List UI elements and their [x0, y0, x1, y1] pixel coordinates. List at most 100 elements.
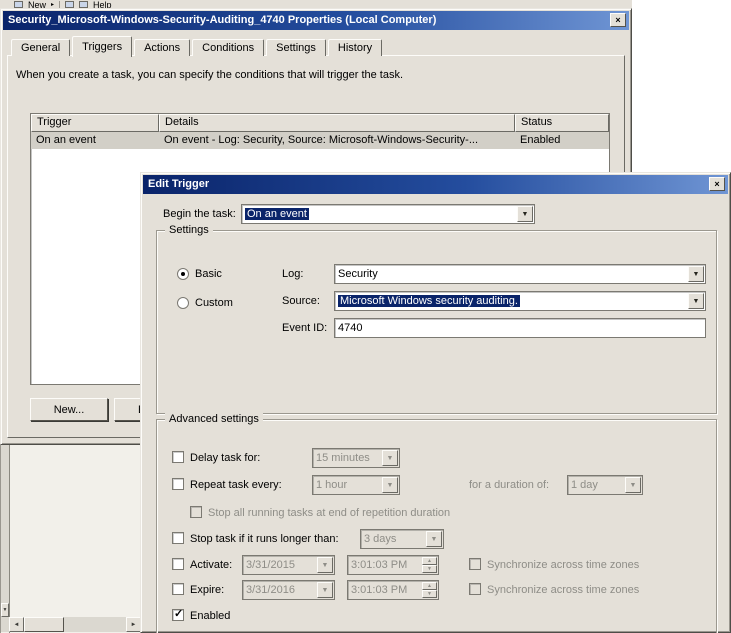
selected-text: On an event [245, 208, 309, 220]
activate-date-value: 3/31/2015 [246, 558, 315, 573]
tab-history[interactable]: History [328, 39, 382, 56]
expire-time-value: 3:01:03 PM [351, 583, 421, 598]
basic-radio[interactable] [177, 268, 189, 280]
chevron-down-icon[interactable]: ▼ [382, 477, 398, 493]
source-value: Microsoft Windows security auditing. [338, 294, 686, 309]
activate-sync-checkbox[interactable] [469, 558, 481, 570]
enabled-label: Enabled [190, 606, 230, 626]
activate-time-value: 3:01:03 PM [351, 558, 421, 573]
column-header-trigger[interactable]: Trigger [31, 114, 159, 132]
settings-group-label: Settings [165, 223, 213, 237]
scroll-right-icon[interactable]: ► [126, 617, 141, 632]
spin-down-icon[interactable]: ▼ [422, 565, 437, 573]
background-window-fragment: ▼ ◄ ► [0, 445, 140, 633]
expire-label: Expire: [190, 580, 224, 600]
triggers-list-header: Trigger Details Status [31, 114, 609, 132]
chevron-down-icon[interactable]: ▼ [317, 557, 333, 573]
spin-up-icon[interactable]: ▲ [422, 582, 437, 590]
source-label: Source: [282, 291, 320, 311]
stop-task-longer-select[interactable]: 3 days ▼ [360, 529, 444, 549]
tab-conditions[interactable]: Conditions [192, 39, 264, 56]
scroll-left-icon[interactable]: ◄ [9, 617, 24, 632]
window-border [9, 445, 10, 633]
close-icon[interactable]: × [709, 177, 725, 191]
expire-sync-label: Synchronize across time zones [487, 580, 639, 600]
activate-checkbox[interactable] [172, 558, 184, 570]
properties-dialog-title: Security_Microsoft-Windows-Security-Audi… [8, 11, 605, 30]
stop-task-longer-checkbox[interactable] [172, 532, 184, 544]
event-id-field[interactable] [334, 318, 706, 338]
begin-task-label: Begin the task: [163, 204, 236, 224]
chevron-down-icon[interactable]: ▼ [688, 266, 704, 282]
scroll-down-icon[interactable]: ▼ [1, 603, 9, 617]
tab-settings[interactable]: Settings [266, 39, 326, 56]
spin-up-icon[interactable]: ▲ [422, 557, 437, 565]
event-id-label: Event ID: [282, 318, 327, 338]
stop-all-tasks-checkbox[interactable] [190, 506, 202, 518]
expire-sync-checkbox[interactable] [469, 583, 481, 595]
repeat-task-label: Repeat task every: [190, 475, 282, 495]
chevron-down-icon[interactable]: ▼ [517, 206, 533, 222]
toolbar-icon [79, 1, 88, 8]
chevron-down-icon[interactable]: ▼ [625, 477, 641, 493]
activate-date-select[interactable]: 3/31/2015 ▼ [242, 555, 335, 575]
properties-titlebar[interactable]: Security_Microsoft-Windows-Security-Audi… [3, 11, 629, 30]
row-details-cell: On event - Log: Security, Source: Micros… [159, 132, 515, 149]
column-header-details[interactable]: Details [159, 114, 515, 132]
log-select[interactable]: Security ▼ [334, 264, 706, 284]
row-status-cell: Enabled [515, 132, 609, 149]
advanced-settings-group: Advanced settings Delay task for: 15 min… [156, 419, 717, 633]
repeat-interval-select[interactable]: 1 hour ▼ [312, 475, 400, 495]
check-icon: ✓ [174, 607, 183, 620]
stop-task-longer-value: 3 days [364, 532, 424, 547]
vertical-scrollbar[interactable]: ▼ [1, 445, 9, 617]
enabled-checkbox[interactable]: ✓ [172, 609, 184, 621]
duration-label: for a duration of: [469, 475, 549, 495]
tab-actions[interactable]: Actions [134, 39, 190, 56]
chevron-down-icon[interactable]: ▼ [382, 450, 398, 466]
desktop: New ▸ Help ▼ ◄ ► Security_Microsoft-Wind… [0, 0, 731, 633]
activate-time-input[interactable]: 3:01:03 PM ▲ ▼ [347, 555, 439, 575]
delay-duration-select[interactable]: 15 minutes ▼ [312, 448, 400, 468]
scrollbar-thumb[interactable] [24, 617, 64, 632]
tab-general[interactable]: General [11, 39, 70, 56]
expire-time-input[interactable]: 3:01:03 PM ▲ ▼ [347, 580, 439, 600]
log-label: Log: [282, 264, 303, 284]
tab-triggers[interactable]: Triggers [72, 36, 132, 57]
expire-date-select[interactable]: 3/31/2016 ▼ [242, 580, 335, 600]
duration-value: 1 day [571, 478, 623, 493]
custom-radio-label: Custom [195, 293, 233, 313]
delay-task-label: Delay task for: [190, 448, 260, 468]
repeat-task-checkbox[interactable] [172, 478, 184, 490]
expire-checkbox[interactable] [172, 583, 184, 595]
chevron-down-icon[interactable]: ▼ [688, 293, 704, 309]
edit-trigger-titlebar[interactable]: Edit Trigger × [143, 175, 728, 194]
stop-all-tasks-label: Stop all running tasks at end of repetit… [208, 503, 450, 523]
stop-task-longer-label: Stop task if it runs longer than: [190, 529, 339, 549]
duration-select[interactable]: 1 day ▼ [567, 475, 643, 495]
delay-task-checkbox[interactable] [172, 451, 184, 463]
spin-down-icon[interactable]: ▼ [422, 590, 437, 598]
delay-duration-value: 15 minutes [316, 451, 380, 466]
activate-label: Activate: [190, 555, 232, 575]
chevron-down-icon[interactable]: ▼ [426, 531, 442, 547]
close-icon[interactable]: × [610, 13, 626, 27]
row-trigger-cell: On an event [31, 132, 159, 149]
horizontal-scrollbar[interactable]: ◄ ► [1, 617, 141, 632]
new-button[interactable]: New... [30, 398, 108, 421]
edit-trigger-title: Edit Trigger [148, 175, 704, 194]
begin-task-value: On an event [245, 207, 515, 222]
custom-radio[interactable] [177, 297, 189, 309]
column-header-status[interactable]: Status [515, 114, 609, 132]
begin-task-select[interactable]: On an event ▼ [241, 204, 535, 224]
basic-radio-label: Basic [195, 264, 222, 284]
triggers-description: When you create a task, you can specify … [16, 69, 614, 81]
source-select[interactable]: Microsoft Windows security auditing. ▼ [334, 291, 706, 311]
table-row[interactable]: On an event On event - Log: Security, So… [31, 132, 609, 149]
edit-trigger-dialog: Edit Trigger × Begin the task: On an eve… [140, 172, 731, 633]
selected-text: Microsoft Windows security auditing. [338, 295, 520, 307]
toolbar-icon [65, 1, 74, 8]
settings-group: Settings Basic Custom Log: Security ▼ So… [156, 230, 717, 414]
log-value: Security [338, 267, 686, 282]
chevron-down-icon[interactable]: ▼ [317, 582, 333, 598]
